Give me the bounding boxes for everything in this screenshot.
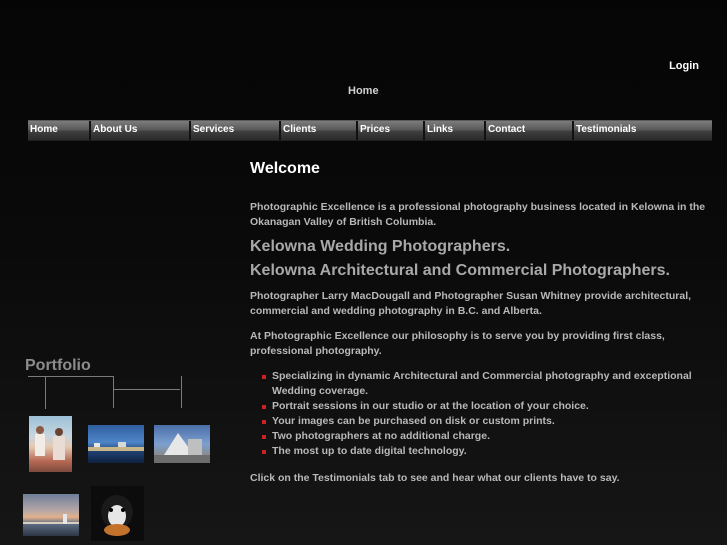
portfolio-thumb-marina[interactable] [88,425,144,463]
portfolio-thumb-lake[interactable] [23,494,79,536]
nav-prices[interactable]: Prices [358,121,425,140]
wedding-heading: Kelowna Wedding Photographers. [250,238,511,255]
nav-testimonials[interactable]: Testimonials [574,121,712,140]
portfolio-title: Portfolio [25,357,91,374]
marina-photo-icon [88,442,144,451]
nav-home[interactable]: Home [28,121,91,140]
portfolio-connector [28,376,113,377]
bullet-icon [262,420,266,424]
building-photo-icon [154,433,210,463]
main-content: Welcome Photographic Excellence is a pro… [250,160,710,496]
nav-contact[interactable]: Contact [486,121,574,140]
nav-links[interactable]: Links [425,121,486,140]
list-item: The most up to date digital technology. [250,444,710,459]
list-item: Two photographers at no additional charg… [250,429,710,444]
portfolio-thumb-building[interactable] [154,425,210,463]
portfolio-thumb-wedding[interactable] [29,416,72,472]
photographers-paragraph: Photographer Larry MacDougall and Photog… [250,290,692,317]
nav-about-us[interactable]: About Us [91,121,191,140]
portfolio-connector [113,389,180,390]
lake-photo-icon [23,514,79,524]
portfolio-connector [45,376,46,409]
nav-services[interactable]: Services [191,121,281,140]
list-item: Your images can be purchased on disk or … [250,414,710,429]
intro-paragraph: Photographic Excellence is a professiona… [250,201,706,228]
login-link[interactable]: Login [669,60,699,72]
nav-clients[interactable]: Clients [281,121,358,140]
bullet-icon [262,405,266,409]
list-item: Portrait sessions in our studio or at th… [250,399,710,414]
dog-photo-icon [101,495,133,536]
page-title: Welcome [250,160,320,177]
breadcrumb: Home [348,85,379,97]
bullet-icon [262,450,266,454]
portfolio-thumb-dog[interactable] [91,486,144,541]
bullet-icon [262,375,266,379]
testimonials-note: Click on the Testimonials tab to see and… [250,472,620,484]
philosophy-paragraph: At Photographic Excellence our philosoph… [250,330,665,357]
bullet-icon [262,435,266,439]
wedding-photo-icon [35,426,65,460]
list-item: Specializing in dynamic Architectural an… [250,369,710,399]
main-nav: Home About Us Services Clients Prices Li… [28,120,712,141]
architectural-heading: Kelowna Architectural and Commercial Pho… [250,262,670,279]
portfolio-connector [113,376,182,408]
services-list: Specializing in dynamic Architectural an… [250,369,710,459]
